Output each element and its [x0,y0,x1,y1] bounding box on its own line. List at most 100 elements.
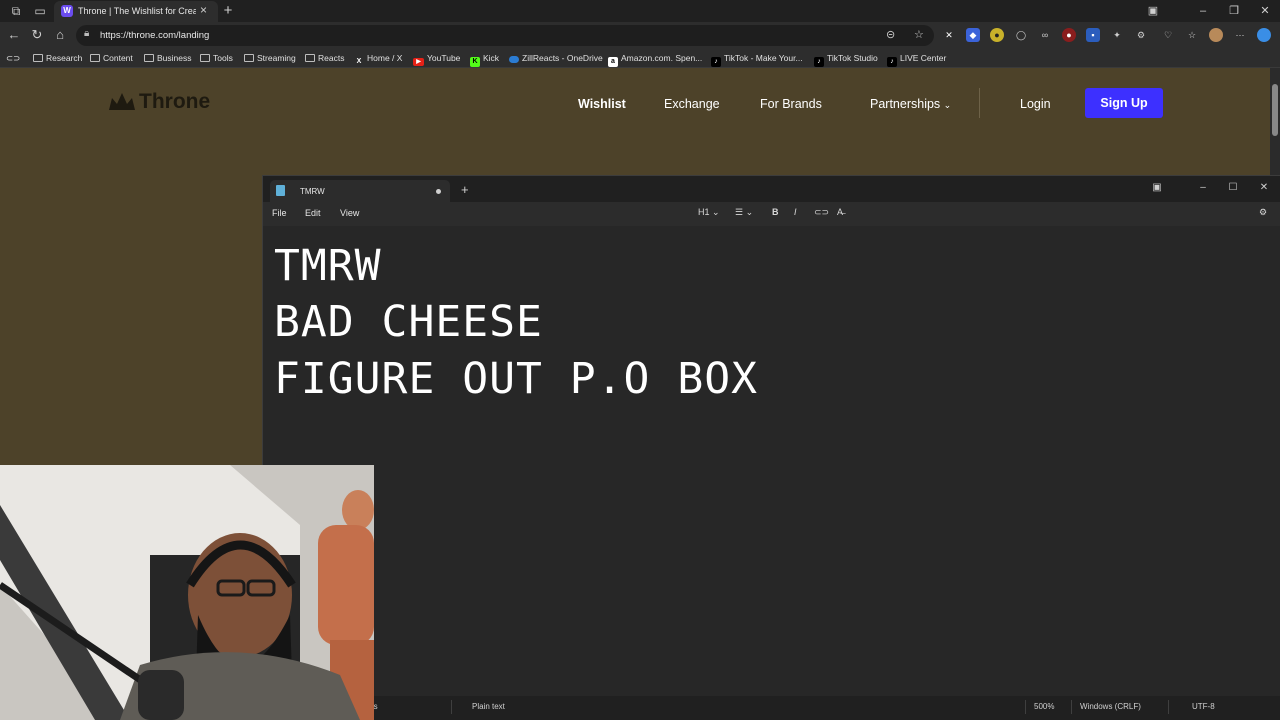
refresh-icon[interactable]: ↻ [29,27,45,43]
nav-exchange[interactable]: Exchange [664,97,720,111]
bookmark-home-x[interactable]: X Home / X [354,52,403,65]
close-window-icon[interactable]: ✕ [1250,2,1280,20]
performance-icon[interactable]: ♡ [1161,28,1175,42]
notepad-text-area[interactable]: TMRW BAD CHEESE FIGURE OUT P.O BOX [263,226,1280,696]
extension-icon[interactable]: ● [990,28,1004,42]
notepad-icon [276,185,285,196]
browser-tab[interactable]: W Throne | The Wishlist for Creators × [54,1,218,22]
text-line: TMRW [274,241,382,291]
maximize-icon[interactable]: ☐ [1219,180,1247,196]
workspaces-icon[interactable]: ⧉ [8,3,24,19]
back-icon[interactable]: ← [6,27,22,43]
profile-avatar[interactable] [1209,28,1223,42]
bookmark-tools[interactable]: Tools [200,52,233,65]
more-options-icon[interactable]: ⋯ [1233,28,1247,42]
bookmark-label: Business [157,53,192,63]
new-tab-icon[interactable]: + [220,3,236,19]
nav-wishlist[interactable]: Wishlist [578,97,626,111]
tab-actions-icon[interactable]: ▭ [32,3,48,19]
crown-icon [109,93,135,110]
scrollbar-thumb[interactable] [1272,84,1278,136]
bookmark-research[interactable]: Research [33,52,82,65]
status-encoding[interactable]: UTF-8 [1192,702,1215,711]
italic-icon[interactable]: I [794,207,797,217]
throne-favicon-icon: W [61,5,73,17]
signup-button[interactable]: Sign Up [1085,88,1163,118]
nav-partnerships[interactable]: Partnerships ⌄ [870,97,951,111]
bookmark-tiktok-studio[interactable]: ♪ TikTok Studio [814,52,878,67]
url-text[interactable]: https://throne.com/landing [100,30,209,41]
bookmark-tiktok[interactable]: ♪ TikTok - Make Your... [711,52,803,67]
bookmark-live-center[interactable]: ♪ LIVE Center [887,52,947,67]
bookmark-label: Amazon.com. Spen... [621,53,703,63]
favorites-icon[interactable]: ☆ [1185,28,1199,42]
notepad-menu-bar: File Edit View H1 ⌄ ☰ ⌄ B I ⊂⊃ A̶ ⚙ [263,202,1280,226]
link-icon[interactable]: ⊂⊃ [814,207,829,218]
copilot-icon[interactable] [1257,28,1271,42]
bookmark-youtube[interactable]: ▶ YouTube [413,52,460,66]
kick-icon: K [470,57,480,67]
bookmark-business[interactable]: Business [144,52,192,65]
bookmarks-menu-icon[interactable]: ⊂⊃ [6,52,20,65]
folder-icon [144,54,154,62]
bookmark-content[interactable]: Content [90,52,133,65]
bookmark-onedrive[interactable]: ZillReacts - OneDrive [509,52,603,65]
browser-window: ⧉ ▭ W Throne | The Wishlist for Creators… [0,0,1280,720]
bookmark-reacts[interactable]: Reacts [305,52,344,65]
split-screen-icon[interactable]: ▣ [1143,180,1171,196]
restore-icon[interactable]: ❐ [1219,2,1249,20]
tiktok-icon: ♪ [887,57,897,67]
chat-extension-icon[interactable]: ◯ [1014,28,1028,42]
status-divider [1168,700,1169,714]
home-icon[interactable]: ⌂ [52,27,68,43]
youtube-icon: ▶ [413,58,424,66]
minimize-icon[interactable]: – [1188,2,1218,20]
bookmark-label: TikTok - Make Your... [724,53,803,63]
bold-icon[interactable]: B [772,207,779,217]
bookmark-label: Content [103,53,133,63]
clear-formatting-icon[interactable]: A̶ [837,207,843,217]
favorite-star-icon[interactable]: ☆ [914,28,924,41]
menu-edit[interactable]: Edit [305,208,321,218]
shield-extension-icon[interactable]: ◆ [966,28,980,42]
status-mode[interactable]: Plain text [472,702,505,711]
bookmark-label: Reacts [318,53,345,63]
settings-gear-icon[interactable]: ⚙ [1259,207,1267,218]
address-toolbar: ← ↻ ⌂ 🔒︎ https://throne.com/landing ⊝ ☆ … [0,22,1280,49]
minimize-icon[interactable]: – [1189,180,1217,196]
glasses-extension-icon[interactable]: ∞ [1038,28,1052,42]
heading-dropdown[interactable]: H1 ⌄ [698,207,720,218]
lock-icon[interactable]: 🔒︎ [84,28,89,39]
menu-file[interactable]: File [272,208,287,218]
extensions-icon[interactable]: ⚙ [1134,28,1148,42]
new-tab-icon[interactable]: + [461,182,469,197]
bookmark-label: TikTok Studio [827,53,878,63]
bookmark-kick[interactable]: K Kick [470,52,499,67]
unsaved-indicator-icon[interactable] [436,189,441,194]
address-bar[interactable]: 🔒︎ https://throne.com/landing ⊝ ☆ [76,25,934,46]
notepad-title-bar: TMRW + ▣ – ☐ ✕ [263,176,1280,202]
menu-view[interactable]: View [340,208,359,218]
record-extension-icon[interactable]: ● [1062,28,1076,42]
bookmark-amazon[interactable]: a Amazon.com. Spen... [608,52,703,67]
bookmark-label: LIVE Center [900,53,947,63]
sparkle-extension-icon[interactable]: ✦ [1110,28,1124,42]
list-dropdown[interactable]: ☰ ⌄ [735,207,753,218]
nav-for-brands[interactable]: For Brands [760,97,822,111]
bookmark-streaming[interactable]: Streaming [244,52,296,65]
close-tab-icon[interactable]: × [200,3,207,17]
notepad-window: TMRW + ▣ – ☐ ✕ File Edit View H1 ⌄ ☰ ⌄ B… [262,175,1280,720]
webcam-feed-image [0,465,374,720]
status-line-ending[interactable]: Windows (CRLF) [1080,702,1141,711]
status-zoom[interactable]: 500% [1034,702,1054,711]
blue-extension-icon[interactable]: ▪ [1086,28,1100,42]
x-extension-icon[interactable]: ✕ [942,28,956,42]
reading-mode-icon[interactable]: ⊝ [886,28,895,41]
close-window-icon[interactable]: ✕ [1250,180,1278,196]
notepad-tab[interactable]: TMRW [270,180,450,202]
login-link[interactable]: Login [1020,97,1051,111]
split-screen-icon[interactable]: ▣ [1138,2,1168,20]
heading-label: H1 [698,207,710,217]
bookmark-label: Home / X [367,53,403,63]
bookmark-label: Tools [213,53,233,63]
